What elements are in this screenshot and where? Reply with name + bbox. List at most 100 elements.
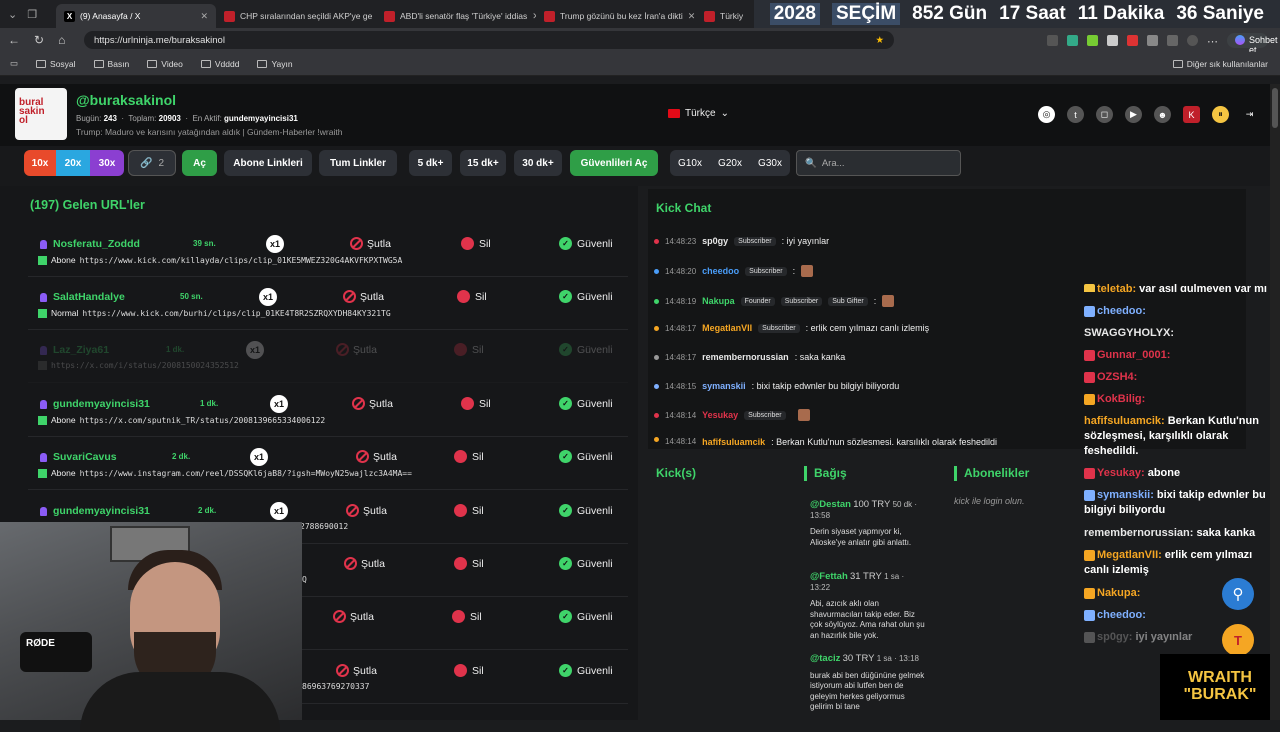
skip-button[interactable]: Şutla — [343, 290, 384, 303]
skip-button[interactable]: Şutla — [333, 610, 374, 623]
row-url[interactable]: Abone https://www.instagram.com/reel/DSSQ… — [38, 468, 412, 478]
workspaces-icon[interactable]: ❐ — [27, 8, 37, 21]
bookmark-star-icon[interactable]: ★ — [875, 35, 884, 46]
safe-button[interactable]: ✓ Güvenli — [559, 343, 613, 356]
row-url[interactable]: Q — [302, 575, 307, 584]
row-url[interactable]: 86963769270337 — [302, 682, 369, 691]
extension-icon[interactable] — [1087, 34, 1098, 46]
15min-filter-button[interactable]: 15 dk+ — [460, 150, 506, 176]
profile-avatar[interactable] — [1187, 34, 1198, 46]
open-10x-button[interactable]: 10x — [24, 150, 56, 176]
subscriber-links-button[interactable]: Abone Linkleri — [224, 150, 312, 176]
extension-icon[interactable] — [1147, 34, 1158, 46]
5min-filter-button[interactable]: 5 dk+ — [409, 150, 452, 176]
url-input[interactable]: https://urlninja.me/buraksakinol ★ — [84, 31, 894, 49]
row-url[interactable]: Normal https://www.kick.com/burhi/clips/c… — [38, 308, 391, 318]
row-url[interactable]: https://x.com/i/status/2008150024352512 — [38, 361, 239, 370]
safe-button[interactable]: ✓ Güvenli — [559, 504, 613, 517]
close-tab-icon[interactable]: ✕ — [200, 11, 208, 22]
extension-icon[interactable] — [1047, 34, 1058, 46]
message-username[interactable]: sp0gy — [702, 236, 728, 246]
apps-icon[interactable]: ▭ — [10, 58, 18, 69]
tab-search-icon[interactable]: ⌄ — [8, 8, 17, 21]
extension-icon[interactable] — [1167, 34, 1178, 46]
safe-30x-button[interactable]: G30x — [758, 158, 782, 169]
30min-filter-button[interactable]: 30 dk+ — [514, 150, 562, 176]
bookmark-folder[interactable]: Video — [147, 59, 183, 69]
skip-button[interactable]: Şutla — [350, 237, 391, 250]
twitter-icon[interactable]: t — [1067, 106, 1084, 123]
scrollbar-thumb[interactable] — [1272, 88, 1278, 128]
tab-1[interactable]: CHP sıralarından seçildi AKP'ye ge ✕ — [216, 4, 376, 28]
delete-button[interactable]: Sil — [454, 504, 484, 517]
all-links-button[interactable]: Tum Linkler — [319, 150, 397, 176]
row-username[interactable]: SalatHandalye — [40, 291, 125, 303]
menu-icon[interactable]: ⋯ — [1207, 35, 1218, 48]
row-username[interactable]: gundemyayincisi31 — [40, 505, 150, 517]
safe-button[interactable]: ✓ Güvenli — [559, 610, 613, 623]
floating-t-button[interactable]: T — [1222, 624, 1254, 656]
discord-icon[interactable]: ☻ — [1154, 106, 1171, 123]
row-username[interactable]: SuvariCavus — [40, 451, 117, 463]
tab-3[interactable]: Trump gözünü bu kez İran'a dikti ✕ — [536, 4, 696, 28]
bookmark-folder[interactable]: Sosyal — [36, 59, 76, 69]
delete-button[interactable]: Sil — [457, 290, 487, 303]
safe-button[interactable]: ✓ Güvenli — [559, 450, 613, 463]
safe-button[interactable]: ✓ Güvenli — [559, 397, 613, 410]
tab-0[interactable]: X (9) Anasayfa / X ✕ — [56, 4, 216, 28]
link-count-input[interactable]: 🔗 2 — [128, 150, 176, 176]
message-username[interactable]: Nakupa — [702, 296, 735, 306]
row-url[interactable]: Abone https://www.kick.com/killayda/clips… — [38, 255, 402, 265]
skip-button[interactable]: Şutla — [336, 664, 377, 677]
back-icon[interactable]: ← — [8, 33, 20, 47]
chat-button[interactable]: Sohbet et — [1227, 32, 1278, 55]
delete-button[interactable]: Sil — [454, 664, 484, 677]
open-20x-button[interactable]: 20x — [56, 150, 90, 176]
bookmark-folder[interactable]: Vdddd — [200, 59, 239, 69]
safe-button[interactable]: ✓ Güvenli — [559, 664, 613, 677]
row-username[interactable]: Nosferatu_Zoddd — [40, 238, 140, 250]
instagram-icon[interactable]: ◻ — [1096, 106, 1113, 123]
delete-button[interactable]: Sil — [454, 343, 484, 356]
skip-button[interactable]: Şutla — [336, 343, 377, 356]
skip-button[interactable]: Şutla — [346, 504, 387, 517]
safe-20x-button[interactable]: G20x — [718, 158, 742, 169]
floating-search-button[interactable]: ⚲ — [1222, 578, 1254, 610]
pause-icon[interactable]: ⏸ — [1212, 106, 1229, 123]
tab-4[interactable]: Türkiy — [696, 4, 756, 28]
message-username[interactable]: symanskii — [702, 381, 746, 391]
skip-button[interactable]: Şutla — [352, 397, 393, 410]
skip-button[interactable]: Şutla — [356, 450, 397, 463]
open-30x-button[interactable]: 30x — [90, 150, 124, 176]
language-select[interactable]: Türkçe ⌄ — [668, 108, 729, 119]
close-tab-icon[interactable]: ✕ — [688, 11, 696, 22]
delete-button[interactable]: Sil — [461, 237, 491, 250]
message-username[interactable]: hafifsuluamcik — [702, 437, 765, 445]
safe-button[interactable]: ✓ Güvenli — [559, 290, 613, 303]
reload-icon[interactable]: ↻ — [34, 33, 44, 47]
safe-button[interactable]: ✓ Güvenli — [559, 557, 613, 570]
delete-button[interactable]: Sil — [452, 610, 482, 623]
safe-10x-button[interactable]: G10x — [678, 158, 702, 169]
kick-icon[interactable]: K — [1183, 106, 1200, 123]
message-username[interactable]: Yesukay — [702, 410, 738, 420]
row-url[interactable]: Abone https://x.com/sputnik_TR/status/200… — [38, 415, 325, 425]
message-username[interactable]: cheedoo — [702, 266, 739, 276]
extension-icon[interactable] — [1127, 34, 1138, 46]
page-scrollbar[interactable] — [1270, 84, 1280, 720]
delete-button[interactable]: Sil — [461, 397, 491, 410]
bookmark-folder[interactable]: Basın — [93, 59, 129, 69]
extension-icon[interactable] — [1067, 34, 1078, 46]
delete-button[interactable]: Sil — [454, 450, 484, 463]
open-button[interactable]: Aç — [182, 150, 217, 176]
home-icon[interactable]: ⌂ — [58, 33, 65, 47]
other-bookmarks[interactable]: Diğer sık kullanılanlar — [1172, 59, 1268, 69]
logout-icon[interactable]: ⇥ — [1241, 106, 1258, 123]
tab-2[interactable]: ABD'li senatör flaş 'Türkiye' iddias ✕ — [376, 4, 536, 28]
row-username[interactable]: Laz_Ziya61 — [40, 344, 109, 356]
globe-icon[interactable]: ◎ — [1038, 106, 1055, 123]
delete-button[interactable]: Sil — [454, 557, 484, 570]
open-safe-button[interactable]: Güvenlileri Aç — [570, 150, 658, 176]
skip-button[interactable]: Şutla — [344, 557, 385, 570]
safe-button[interactable]: ✓ Güvenli — [559, 237, 613, 250]
